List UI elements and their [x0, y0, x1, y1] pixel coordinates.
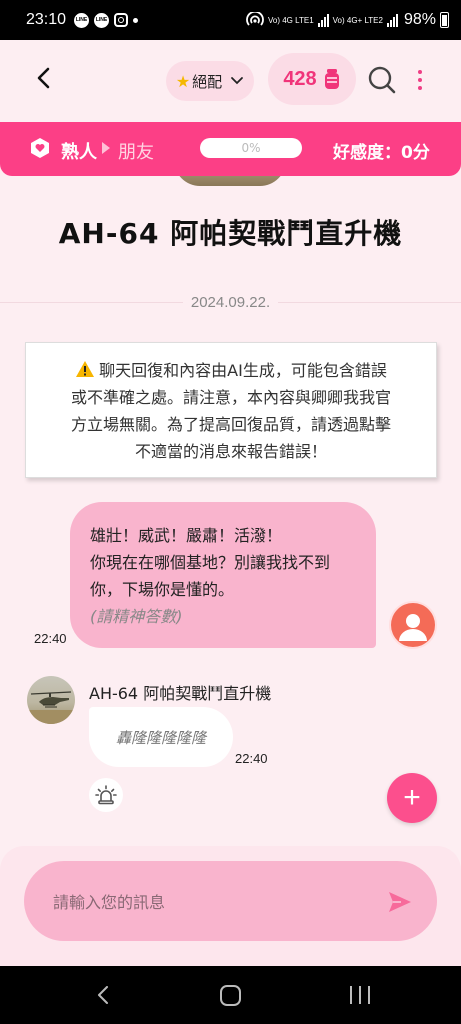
notice-line: 方立場無關。為了提高回復品質，請透過點擊 — [70, 415, 391, 434]
coin-count: 428 — [283, 67, 317, 90]
relationship-next-level: 朋友 — [118, 142, 154, 163]
notice-line: 不適當的消息來報告錯誤！ — [134, 442, 327, 461]
chat-date-text: 2024.09.22. — [182, 294, 279, 311]
jar-icon — [324, 69, 339, 89]
notice-line: 聊天回復和內容由AI生成，可能包含錯誤 — [44, 357, 418, 384]
helicopter-icon — [27, 691, 75, 724]
status-time: 23:10 — [26, 11, 67, 28]
plus-icon: + — [403, 781, 421, 814]
more-notifications-icon — [133, 17, 139, 23]
warning-icon — [76, 361, 95, 377]
dot-icon — [418, 78, 422, 82]
star-icon: ★ — [175, 71, 191, 91]
character-message-time: 22:40 — [235, 751, 268, 766]
add-button[interactable]: + — [387, 773, 437, 823]
match-rating-label: 絕配 — [192, 72, 223, 91]
network-label-2: Vo) 4G+ LTE2 — [332, 15, 383, 25]
message-action-text: (請精神答數) — [90, 607, 183, 626]
relationship-current-level: 熟人 — [61, 142, 97, 163]
character-avatar[interactable] — [27, 676, 75, 724]
notice-line: 或不準確之處。請注意，本內容與卿卿我我官 — [70, 388, 391, 407]
alarm-light-icon — [95, 785, 117, 805]
chevron-down-icon — [231, 77, 244, 85]
character-title: AH-64 阿帕契戰鬥直升機 — [58, 217, 403, 250]
message-composer: 請輸入您的訊息 — [0, 846, 461, 966]
message-line: 你，下場你是懂的。 — [90, 580, 235, 599]
user-message-time: 22:40 — [34, 631, 67, 646]
signal-icon — [317, 13, 329, 27]
message-input[interactable]: 請輸入您的訊息 — [24, 861, 437, 941]
dot-icon — [418, 86, 422, 90]
character-message-text: 轟隆隆隆隆隆 — [115, 728, 206, 747]
signal-icon — [386, 13, 398, 27]
search-icon — [368, 66, 396, 94]
arrow-right-icon — [102, 142, 110, 154]
match-rating-dropdown[interactable]: ★ 絕配 — [166, 61, 254, 101]
nav-recent-apps-icon[interactable] — [350, 986, 370, 1004]
battery-icon — [440, 12, 449, 28]
affinity-score: 好感度：0分 — [333, 143, 430, 163]
report-button[interactable] — [89, 778, 123, 812]
character-name-label: AH-64 阿帕契戰鬥直升機 — [89, 684, 272, 703]
search-button[interactable] — [366, 64, 398, 96]
more-options-button[interactable] — [410, 64, 430, 96]
progress-percent: 0% — [241, 141, 261, 155]
line-notification-icon: LINE — [74, 12, 90, 28]
ai-disclaimer-notice: 聊天回復和內容由AI生成，可能包含錯誤 或不準確之處。請注意，本內容與卿卿我我官… — [25, 342, 437, 478]
back-button[interactable] — [28, 62, 60, 94]
nav-home-icon[interactable] — [220, 985, 241, 1006]
relationship-progress-bar: 0% — [200, 138, 302, 158]
send-icon[interactable] — [387, 889, 413, 915]
battery-percent: 98% — [403, 11, 436, 28]
instagram-icon — [114, 13, 129, 27]
notice-line-text: 聊天回復和內容由AI生成，可能包含錯誤 — [99, 361, 387, 380]
system-nav-bar — [0, 966, 461, 1024]
user-avatar[interactable] — [389, 601, 437, 649]
user-message-bubble[interactable]: 雄壯！威武！嚴肅！活潑！ 你現在在哪個基地？別讓我找不到 你，下場你是懂的。 (… — [70, 502, 376, 648]
message-line: 你現在在哪個基地？別讓我找不到 — [90, 553, 331, 572]
message-input-placeholder: 請輸入您的訊息 — [53, 893, 166, 912]
line-notification-icon: LINE — [94, 12, 110, 28]
heart-badge-icon — [31, 138, 49, 158]
character-message-bubble[interactable]: 轟隆隆隆隆隆 — [89, 707, 233, 767]
person-icon — [389, 601, 437, 649]
status-bar: 23:10 LINE LINE Vo) 4G LTE1 Vo) 4G+ LTE2… — [0, 0, 461, 40]
coin-balance-button[interactable]: 428 — [268, 53, 356, 105]
dot-icon — [418, 70, 422, 74]
top-bar: ★ 絕配 428 — [0, 40, 461, 122]
hotspot-icon — [246, 12, 264, 26]
chevron-left-icon — [37, 67, 50, 89]
nav-back-icon[interactable] — [96, 986, 110, 1004]
message-line: 雄壯！威武！嚴肅！活潑！ — [90, 526, 283, 545]
chat-date: 2024.09.22. — [0, 294, 461, 311]
relationship-bar[interactable]: 熟人 朋友 0% 好感度：0分 — [0, 122, 461, 176]
network-label-1: Vo) 4G LTE1 — [267, 15, 314, 25]
